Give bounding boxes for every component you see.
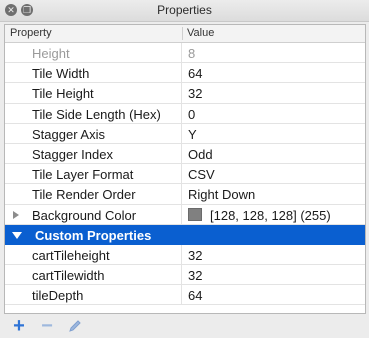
- table-row[interactable]: Tile Side Length (Hex) 0: [5, 103, 365, 124]
- group-label: Custom Properties: [35, 227, 152, 243]
- plus-icon[interactable]: +: [10, 316, 28, 336]
- property-name: cartTileheight: [32, 247, 110, 263]
- property-value[interactable]: 8: [188, 46, 195, 61]
- property-table[interactable]: Property Value Height 8 Tile Width 64 Ti…: [4, 24, 366, 314]
- table-rows: Height 8 Tile Width 64 Tile Height 32 Ti…: [5, 43, 365, 306]
- pencil-icon[interactable]: [66, 317, 84, 335]
- property-value[interactable]: 0: [188, 107, 195, 122]
- table-row[interactable]: cartTilewidth 32: [5, 265, 365, 286]
- window-title: Properties: [157, 3, 212, 17]
- property-value[interactable]: 32: [188, 248, 202, 263]
- property-value[interactable]: [128, 128, 128] (255): [210, 208, 331, 223]
- expand-arrow-icon[interactable]: [13, 210, 19, 219]
- property-name: Background Color: [32, 207, 137, 223]
- minus-icon[interactable]: −: [38, 316, 56, 336]
- table-row[interactable]: Tile Render Order Right Down: [5, 184, 365, 205]
- property-value[interactable]: 32: [188, 268, 202, 283]
- table-row[interactable]: Tile Width 64: [5, 63, 365, 84]
- table-row[interactable]: Tile Layer Format CSV: [5, 164, 365, 185]
- table-row[interactable]: cartTileheight 32: [5, 244, 365, 266]
- custom-properties-group[interactable]: Custom Properties: [5, 224, 365, 245]
- property-value[interactable]: 64: [188, 288, 202, 303]
- table-row[interactable]: Height 8: [5, 43, 365, 64]
- property-value[interactable]: CSV: [188, 167, 215, 182]
- properties-window: ✕ ❐ Properties Property Value Height 8 T…: [0, 0, 369, 338]
- collapse-arrow-icon[interactable]: [12, 231, 22, 239]
- color-swatch[interactable]: [188, 207, 202, 221]
- title-bar: ✕ ❐ Properties: [0, 0, 369, 22]
- property-name: Tile Layer Format: [32, 167, 134, 183]
- table-row[interactable]: Background Color [128, 128, 128] (255): [5, 204, 365, 225]
- property-value[interactable]: Right Down: [188, 187, 255, 202]
- header-property[interactable]: Property: [10, 27, 52, 39]
- property-value[interactable]: Y: [188, 127, 197, 142]
- property-value[interactable]: Odd: [188, 147, 213, 162]
- property-name: tileDepth: [32, 288, 84, 304]
- property-name: Height: [32, 46, 70, 61]
- property-name: Tile Width: [32, 66, 90, 82]
- property-value[interactable]: 32: [188, 86, 202, 101]
- property-name: Tile Render Order: [32, 187, 136, 203]
- table-row[interactable]: Tile Height 32: [5, 83, 365, 104]
- property-name: Tile Side Length (Hex): [32, 106, 161, 122]
- table-row[interactable]: Stagger Index Odd: [5, 143, 365, 165]
- table-row[interactable]: tileDepth 64: [5, 285, 365, 306]
- property-name: Stagger Axis: [32, 126, 105, 142]
- table-row[interactable]: Stagger Axis Y: [5, 123, 365, 144]
- property-name: Tile Height: [32, 86, 94, 102]
- header-value[interactable]: Value: [187, 27, 214, 39]
- table-header: Property Value: [5, 25, 365, 43]
- property-value[interactable]: 64: [188, 66, 202, 81]
- header-divider: [182, 27, 183, 40]
- bottom-toolbar: + −: [0, 314, 369, 338]
- property-name: cartTilewidth: [32, 268, 105, 284]
- property-name: Stagger Index: [32, 146, 113, 162]
